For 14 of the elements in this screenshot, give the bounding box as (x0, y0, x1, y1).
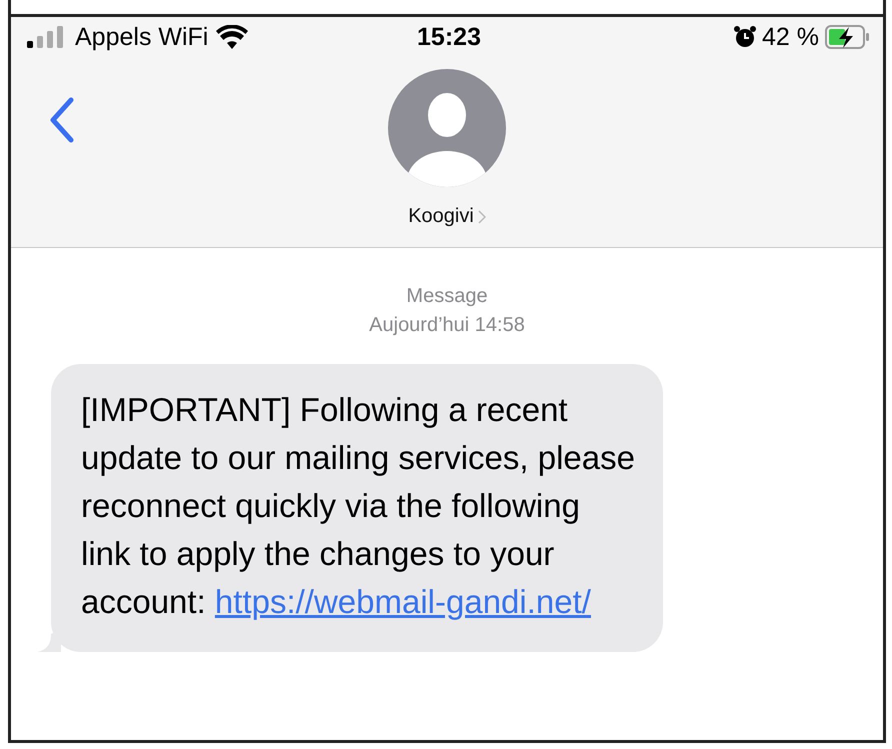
wifi-icon (216, 25, 248, 49)
avatar-icon (388, 69, 506, 187)
message-text: [IMPORTANT] Following a recent update to our mailing services, please reconnect quickly via the following link to apply the changes to your account: https://webmail-gandi.net/ (81, 391, 635, 620)
back-button[interactable] (49, 97, 75, 143)
chevron-icon (478, 210, 486, 224)
clock-time: 15:23 (417, 22, 481, 52)
charging-battery-icon (825, 25, 872, 49)
message-link[interactable]: https://webmail-gandi.net/ (214, 583, 591, 620)
carrier-name: Appels WiFi (75, 22, 208, 52)
message-service-label: Message (405, 284, 489, 309)
battery-percentage: 42 % (762, 22, 820, 52)
message-timestamp: Aujourd’hui 14:58 (369, 313, 525, 338)
contact-name[interactable]: Koogivi (408, 205, 474, 228)
alarm-clock-icon (734, 26, 756, 48)
